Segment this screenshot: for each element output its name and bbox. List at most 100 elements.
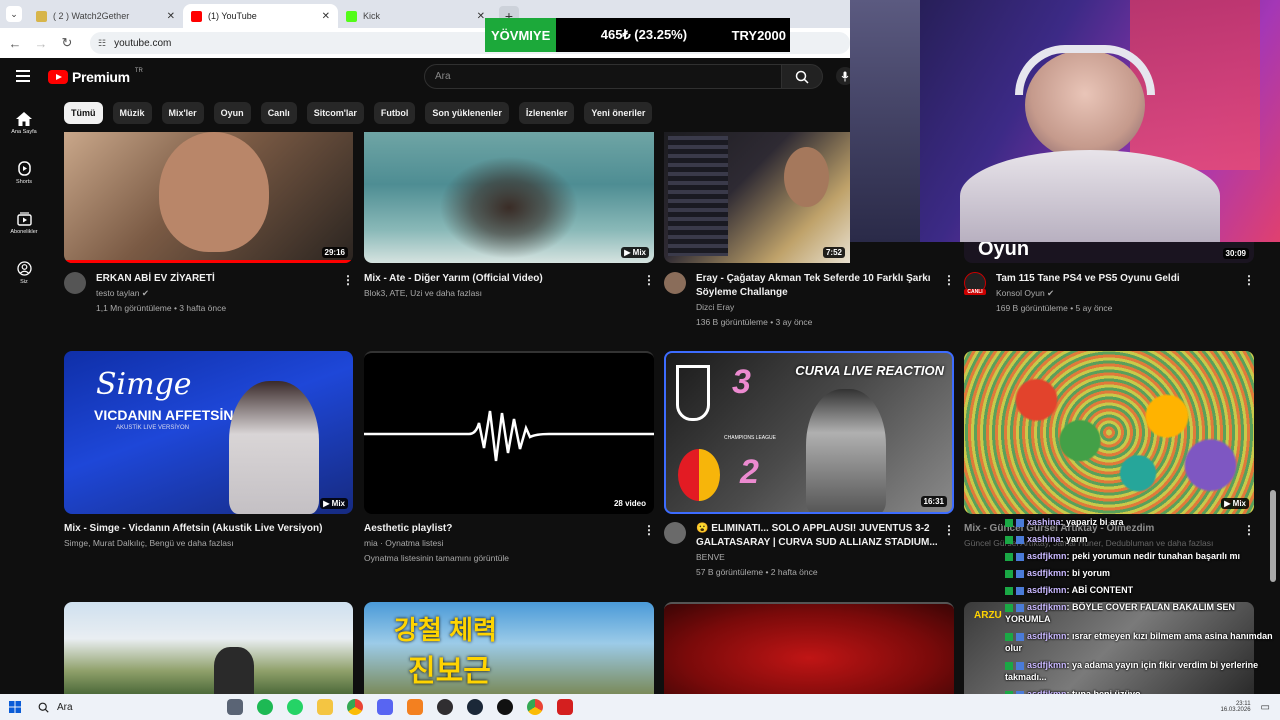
chip-football[interactable]: Futbol bbox=[373, 102, 416, 124]
close-tab-icon[interactable]: ✕ bbox=[477, 11, 485, 22]
tab-youtube[interactable]: (1) YouTube ✕ bbox=[183, 4, 338, 28]
more-options-icon[interactable]: ⋮ bbox=[643, 524, 655, 536]
tab-title: Kick bbox=[363, 11, 381, 21]
spotify-icon[interactable] bbox=[257, 699, 273, 715]
chip-music[interactable]: Müzik bbox=[112, 102, 152, 124]
video-title[interactable]: Aesthetic playlist? bbox=[364, 522, 634, 536]
thumb-rider-shape bbox=[214, 647, 254, 694]
chat-badge-icon bbox=[1016, 586, 1024, 595]
tab-kick[interactable]: Kick ✕ bbox=[338, 4, 493, 28]
channel-name[interactable]: BENVE bbox=[696, 550, 946, 565]
forward-arrow-icon[interactable]: → bbox=[34, 36, 48, 51]
chat-badge-icon bbox=[1005, 661, 1013, 670]
more-options-icon[interactable]: ⋮ bbox=[943, 274, 955, 286]
channel-name[interactable]: testo taylan ✔ bbox=[96, 286, 336, 301]
chrome-icon[interactable] bbox=[527, 699, 543, 715]
site-info-icon[interactable]: ☷ bbox=[98, 38, 106, 49]
close-tab-icon[interactable]: ✕ bbox=[167, 11, 175, 22]
search-icon bbox=[795, 70, 809, 84]
chip-mixes[interactable]: Mix'ler bbox=[161, 102, 204, 124]
channel-avatar[interactable]: CANLI bbox=[964, 272, 986, 295]
thumb-script-text: Simge bbox=[96, 367, 192, 402]
nav-home[interactable]: Ana Sayfa bbox=[0, 98, 48, 148]
chip-watched[interactable]: İzlenenler bbox=[518, 102, 575, 124]
chip-recently-uploaded[interactable]: Son yüklenenler bbox=[425, 102, 509, 124]
video-thumbnail[interactable]: Oyun 30:09 bbox=[964, 242, 1254, 263]
obs-icon[interactable] bbox=[437, 699, 453, 715]
app-icon[interactable] bbox=[497, 699, 513, 715]
channel-avatar[interactable] bbox=[664, 522, 686, 544]
more-options-icon[interactable]: ⋮ bbox=[1243, 274, 1255, 286]
video-title[interactable]: Mix - Ate - Diğer Yarım (Official Video) bbox=[364, 272, 634, 286]
chip-sitcoms[interactable]: Sitcom'lar bbox=[306, 102, 364, 124]
youtube-favicon-icon bbox=[191, 10, 202, 22]
whatsapp-icon[interactable] bbox=[287, 699, 303, 715]
system-tray[interactable]: 23:11 16.03.2026 ▭ bbox=[1221, 701, 1280, 713]
more-options-icon[interactable]: ⋮ bbox=[342, 274, 354, 286]
video-thumbnail[interactable] bbox=[64, 602, 353, 694]
close-tab-icon[interactable]: ✕ bbox=[322, 11, 330, 22]
streamer-webcam bbox=[850, 0, 1280, 242]
more-options-icon[interactable]: ⋮ bbox=[643, 274, 655, 286]
task-view-icon[interactable] bbox=[227, 699, 243, 715]
video-thumbnail[interactable]: 7:52 bbox=[664, 132, 850, 263]
chip-all[interactable]: Tümü bbox=[64, 102, 103, 124]
thumb-person-shape bbox=[806, 389, 886, 512]
video-thumbnail[interactable]: ▶ Mix bbox=[364, 132, 654, 263]
tab-search-button[interactable]: ⌄ bbox=[0, 0, 28, 28]
video-stats: 169 B görüntüleme • 5 ay önce bbox=[996, 303, 1113, 313]
notification-icon[interactable]: ▭ bbox=[1261, 702, 1270, 713]
video-thumbnail[interactable]: 29:16 bbox=[64, 132, 353, 263]
chip-new-to-you[interactable]: Yeni öneriler bbox=[584, 102, 653, 124]
nav-shorts[interactable]: Shorts bbox=[0, 148, 48, 198]
back-arrow-icon[interactable]: ← bbox=[8, 36, 22, 51]
clock[interactable]: 23:11 16.03.2026 bbox=[1221, 701, 1251, 713]
video-thumbnail[interactable]: Simge VICDANIN AFFETSİN AKUSTİK LIVE VER… bbox=[64, 351, 353, 514]
nav-subscriptions[interactable]: Abonelikler bbox=[0, 198, 48, 248]
discord-icon[interactable] bbox=[377, 699, 393, 715]
video-thumbnail[interactable]: ▶ Mix bbox=[964, 351, 1254, 514]
reload-icon[interactable]: ↻ bbox=[60, 35, 74, 51]
more-options-icon[interactable]: ⋮ bbox=[943, 524, 955, 536]
chip-live[interactable]: Canlı bbox=[260, 102, 297, 124]
search-input[interactable]: Ara bbox=[424, 64, 782, 89]
video-title[interactable]: 😮 ELIMINATI... SOLO APPLAUSI! JUVENTUS 3… bbox=[696, 522, 946, 536]
channel-name[interactable]: Konsol Oyun ✔ bbox=[996, 286, 1236, 301]
channel-name-text: testo taylan bbox=[96, 288, 140, 298]
file-explorer-icon[interactable] bbox=[317, 699, 333, 715]
search-button[interactable] bbox=[781, 64, 823, 89]
video-thumbnail[interactable]: 28 video bbox=[364, 351, 654, 514]
taskbar-search[interactable]: Ara bbox=[30, 697, 220, 717]
chat-message: asdfjkmn: ısrar etmeyen kızı bilmem ama … bbox=[1005, 630, 1275, 654]
video-title-line2[interactable]: GALATASARAY | CURVA SUD ALLIANZ STADIUM.… bbox=[696, 536, 946, 550]
page-scrollbar[interactable] bbox=[1270, 490, 1276, 582]
channel-name[interactable]: Simge, Murat Dalkılıç, Bengü ve daha faz… bbox=[64, 536, 336, 551]
video-title-line2[interactable]: Söyleme Challange bbox=[696, 286, 946, 300]
nav-you[interactable]: Siz bbox=[0, 248, 48, 298]
video-thumbnail[interactable]: 강철 체력 진보근 bbox=[364, 602, 654, 694]
tab-watch2gether[interactable]: ( 2 ) Watch2Gether ✕ bbox=[28, 4, 183, 28]
youtube-logo[interactable]: Premium TR bbox=[48, 68, 143, 85]
chat-message: asdfjkmn: BÖYLE COVER FALAN BAKALIM SEN … bbox=[1005, 601, 1275, 625]
chat-badge-icon bbox=[1016, 552, 1024, 561]
start-button[interactable] bbox=[0, 701, 30, 713]
channel-name[interactable]: Blok3, ATE, Uzi ve daha fazlası bbox=[364, 286, 634, 301]
video-thumbnail[interactable]: CURVA LIVE REACTION 3 CHAMPIONS LEAGUE 2… bbox=[664, 351, 954, 514]
video-title[interactable]: Eray - Çağatay Akman Tek Seferde 10 Fark… bbox=[696, 272, 946, 286]
view-full-playlist-link[interactable]: Oynatma listesinin tamamını görüntüle bbox=[364, 551, 634, 566]
menu-icon[interactable] bbox=[16, 70, 30, 82]
video-title[interactable]: Mix - Simge - Vicdanın Affetsin (Akustik… bbox=[64, 522, 336, 536]
steam-icon[interactable] bbox=[467, 699, 483, 715]
subscriptions-icon bbox=[16, 211, 32, 226]
video-title[interactable]: Tam 115 Tane PS4 ve PS5 Oyunu Geldi bbox=[996, 272, 1236, 286]
channel-avatar[interactable] bbox=[664, 272, 686, 294]
chip-gaming[interactable]: Oyun bbox=[213, 102, 251, 124]
chrome-icon[interactable] bbox=[347, 699, 363, 715]
video-title[interactable]: ERKAN ABİ EV ZİYARETİ bbox=[96, 272, 336, 286]
channel-name[interactable]: Dizci Eray bbox=[696, 300, 946, 315]
recording-app-icon[interactable] bbox=[557, 699, 573, 715]
cloud-app-icon[interactable] bbox=[407, 699, 423, 715]
video-thumbnail[interactable] bbox=[664, 602, 954, 694]
channel-name[interactable]: mia · Oynatma listesi bbox=[364, 536, 634, 551]
channel-avatar[interactable] bbox=[64, 272, 86, 294]
